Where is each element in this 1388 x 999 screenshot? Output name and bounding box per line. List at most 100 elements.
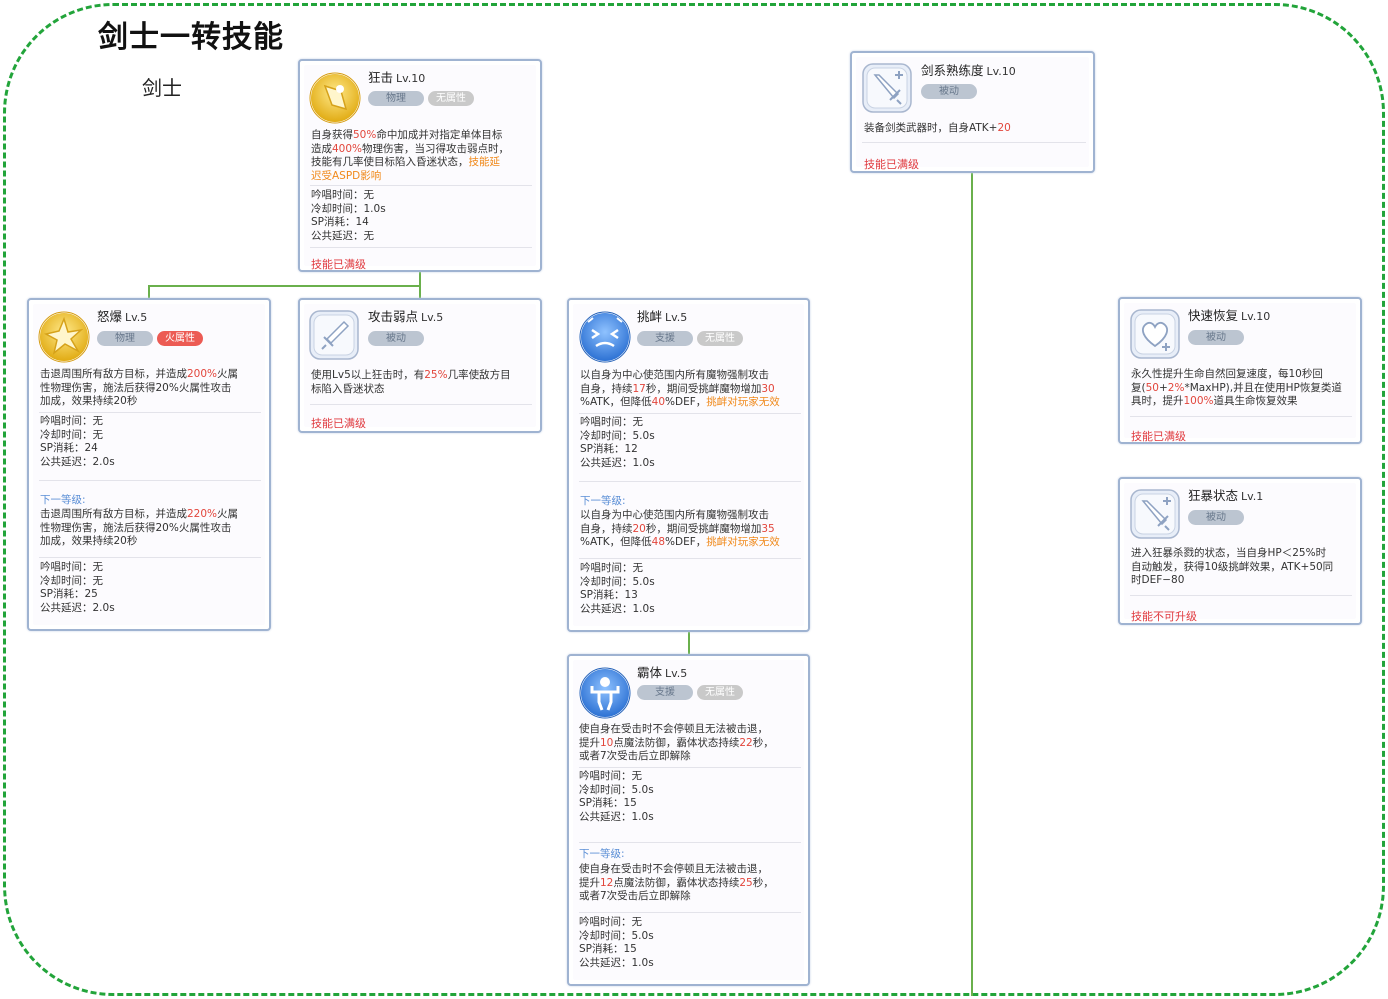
text-segment: 自身，持续 [580,382,633,395]
tag-passive: 被动 [1188,510,1244,525]
divider [579,912,801,913]
text-segment: 技能有几率使目标陷入昏迷状态， [311,156,469,168]
skill-stats: 吟唱时间：无 冷却时间：无 SP消耗：24 公共延迟：2.0s [40,415,115,469]
text-segment: 永久性提升生命自然回复速度，每10秒回 [1131,368,1323,380]
description-line: 以自身为中心使范围内所有魔物强制攻击 [580,369,780,383]
tag-support: 支援 [637,685,693,700]
text-segment: 或者7次受击后立即解除 [579,750,691,762]
skill-level: Lv.1 [1241,490,1264,503]
text-segment: 2% [1167,381,1185,394]
skill-level: Lv.5 [125,311,148,324]
tag-passive: 被动 [1188,330,1244,345]
text-segment: 提升 [579,736,600,749]
next-level-stats: 吟唱时间：无 冷却时间：5.0s SP消耗：15 公共延迟：1.0s [579,916,654,970]
text-segment: 使自身在受击时不会停顿且无法被击退， [579,863,768,875]
text-segment: 200% [187,368,218,380]
stat-line: 吟唱时间：无 [40,415,103,427]
next-level-stats: 吟唱时间：无 冷却时间：5.0s SP消耗：13 公共延迟：1.0s [580,562,655,616]
text-segment: 使用Lv5以上狂击时，有 [311,369,425,381]
description-line: 使用Lv5以上狂击时，有25%几率使敌方目 [311,369,511,383]
divider [310,185,532,186]
skill-card-endure[interactable]: 霸体 Lv.5 支援 无属性 使自身在受击时不会停顿且无法被击退， 提升10点魔法防… [567,654,810,986]
sword-plus-icon [862,63,912,113]
skill-level: Lv.10 [986,65,1016,78]
stat-line: 公共延迟：2.0s [40,455,115,468]
text-segment: 装备剑类武器时，自身ATK+ [864,122,998,134]
text-segment: 40 [651,396,666,408]
next-level-description: 使自身在受击时不会停顿且无法被击退， 提升12点魔法防御，霸体状态持续25秒， 或者… [579,863,774,904]
skill-description: 使自身在受击时不会停顿且无法被击退， 提升10点魔法防御，霸体状态持续22秒， 或者… [579,723,774,764]
text-segment: 12 [600,876,614,889]
next-level-stats: 吟唱时间：无 冷却时间：无 SP消耗：25 公共延迟：2.0s [40,561,115,615]
text-segment: 火属 [217,508,239,520]
text-segment: 命中加成并对指定单体目标 [376,129,503,141]
stat-line: 冷却时间：5.0s [579,783,654,796]
tag-neutral: 无属性 [697,331,743,346]
skill-description: 使用Lv5以上狂击时，有25%几率使敌方目 标陷入昏迷状态 [311,369,511,396]
description-line: 造成400%物理伤害，当习得攻击弱点时， [311,143,509,157]
text-segment: 复( [1131,381,1146,394]
description-line: 永久性提升生命自然回复速度，每10秒回 [1131,368,1342,382]
text-segment: 进入狂暴杀戮的状态，当自身HP＜25%时 [1131,547,1327,559]
text-segment: + [1158,381,1168,394]
description-line: 性物理伤害，施法后获得20%火属性攻击 [40,382,238,396]
description-line: 或者7次受击后立即解除 [579,750,774,764]
stat-line: 冷却时间：无 [40,428,103,441]
description-line: 装备剑类武器时，自身ATK+20 [864,122,1011,136]
description-line: 性物理伤害，施法后获得20%火属性攻击 [40,522,238,536]
skill-card-bash[interactable]: 狂击 Lv.10 物理 无属性 自身获得50%命中加成并对指定单体目标 造成400%… [298,59,542,272]
stat-line: 吟唱时间：无 [40,561,103,573]
skill-level: Lv.10 [1241,310,1271,323]
text-segment: 击退周围所有敌方目标，并造成 [40,368,187,380]
skill-card-sword-mastery[interactable]: 剑系熟练度 Lv.10 被动 装备剑类武器时，自身ATK+20 技能已满级 [850,51,1095,173]
text-segment: 技能延 [468,156,501,168]
description-line: 击退周围所有敌方目标，并造成220%火属 [40,508,238,522]
skill-description: 永久性提升生命自然回复速度，每10秒回 复(50+2%*MaxHP),并且在使用H… [1131,368,1342,409]
description-line: 自动触发，获得10级挑衅效果，ATK+50同 [1131,561,1333,575]
text-segment: 迟受ASPD影响 [311,169,382,182]
next-level-description: 击退周围所有敌方目标，并造成220%火属 性物理伤害，施法后获得20%火属性攻击加… [40,508,238,549]
text-segment: 秒， [752,876,774,889]
text-segment: 自身，持续 [580,522,633,535]
skill-description: 自身获得50%命中加成并对指定单体目标 造成400%物理伤害，当习得攻击弱点时，技… [311,129,509,183]
skill-description: 以自身为中心使范围内所有魔物强制攻击 自身，持续17秒，期间受挑衅魔物增加30 %A… [580,369,780,410]
text-segment: 挑衅对玩家无效 [706,396,780,408]
max-level-status: 技能已满级 [864,158,919,171]
text-segment: 以自身为中心使范围内所有魔物强制攻击 [580,369,769,381]
stat-line: 冷却时间：1.0s [311,202,386,215]
text-segment: 性物理伤害，施法后获得20%火属性攻击 [40,521,232,534]
stat-line: 冷却时间：5.0s [579,929,654,942]
text-segment: 秒，期间受挑衅魔物增加 [645,382,762,395]
stat-line: 公共延迟：1.0s [579,956,654,969]
skill-card-hp-recovery[interactable]: 快速恢复 Lv.10 被动 永久性提升生命自然回复速度，每10秒回 复(50+2%*… [1118,297,1362,444]
skill-stats: 吟唱时间：无 冷却时间：1.0s SP消耗：14 公共延迟：无 [311,189,386,243]
skill-level: Lv.5 [421,311,444,324]
stat-line: 公共延迟：2.0s [40,601,115,614]
stat-line: 吟唱时间：无 [579,916,642,928]
skill-card-magnum-break[interactable]: 怒爆 Lv.5 物理 火属性 击退周围所有敌方目标，并造成200%火属 性物理伤害，… [27,298,271,631]
text-segment: 25 [739,876,753,889]
connector-bash-down [419,271,421,286]
stat-line: SP消耗：25 [40,588,98,600]
description-line: 加成，效果持续20秒 [40,535,238,549]
skill-card-berserk[interactable]: 狂暴状态 Lv.1 被动 进入狂暴杀戮的状态，当自身HP＜25%时 自动触发，获得1… [1118,477,1362,625]
connector-provoke-endure [688,631,690,655]
text-segment: 加成，效果持续20秒 [40,535,138,547]
skill-card-fatal-blow[interactable]: 攻击弱点 Lv.5 被动 使用Lv5以上狂击时，有25%几率使敌方目 标陷入昏迷状态… [298,298,542,433]
description-line: 自身获得50%命中加成并对指定单体目标 [311,129,509,143]
skill-title: 快速恢复 Lv.10 [1188,305,1270,324]
page-title: 剑士一转技能 [98,20,284,55]
skill-card-provoke[interactable]: 挑衅 Lv.5 支援 无属性 以自身为中心使范围内所有魔物强制攻击 自身，持续17秒… [567,298,810,632]
skill-title: 挑衅 Lv.5 [637,306,687,325]
description-line: 自身，持续17秒，期间受挑衅魔物增加30 [580,383,780,397]
text-segment: 火属 [217,368,239,380]
explosion-star-icon [37,310,91,364]
skill-title: 霸体 Lv.5 [637,662,687,681]
divider [39,480,261,481]
divider [579,413,801,414]
tag-support: 支援 [637,331,693,346]
skill-stats: 吟唱时间：无 冷却时间：5.0s SP消耗：15 公共延迟：1.0s [579,770,654,824]
text-segment: 35 [761,522,775,535]
skill-level: Lv.10 [396,72,426,85]
divider [1130,595,1352,596]
